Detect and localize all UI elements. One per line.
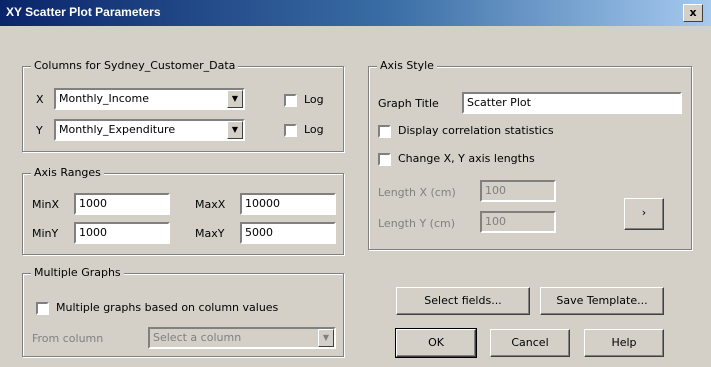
- display-correlation-label: Display correlation statistics: [398, 124, 554, 137]
- length-x-label: Length X (cm): [378, 186, 456, 199]
- length-y-input[interactable]: 100: [480, 211, 556, 233]
- multiple-graphs-checkbox[interactable]: [36, 302, 49, 315]
- more-options-button[interactable]: ›: [624, 198, 664, 230]
- x-column-value: Monthly_Income: [59, 92, 150, 105]
- multiple-graphs-label: Multiple graphs based on column values: [56, 301, 279, 314]
- display-correlation-checkbox[interactable]: [378, 125, 391, 138]
- dropdown-arrow-icon[interactable]: ▼: [227, 90, 243, 108]
- close-icon: x: [689, 6, 697, 19]
- min-x-label: MinX: [32, 198, 60, 211]
- y-label: Y: [36, 124, 43, 137]
- y-log-label: Log: [304, 123, 324, 136]
- x-column-select[interactable]: Monthly_Income ▼: [54, 88, 245, 110]
- max-y-label: MaxY: [195, 227, 225, 240]
- close-button[interactable]: x: [683, 4, 703, 22]
- length-y-label: Length Y (cm): [378, 217, 455, 230]
- graph-title-label: Graph Title: [378, 97, 439, 110]
- window-title: XY Scatter Plot Parameters: [6, 5, 161, 19]
- max-y-input[interactable]: 5000: [240, 222, 336, 244]
- cancel-label: Cancel: [511, 336, 549, 349]
- title-bar: XY Scatter Plot Parameters x: [0, 0, 711, 26]
- select-fields-button[interactable]: Select fields...: [396, 287, 530, 315]
- from-column-select[interactable]: Select a column ▼: [148, 327, 336, 349]
- dropdown-arrow-icon[interactable]: ▼: [227, 121, 243, 139]
- y-column-value: Monthly_Expenditure: [59, 123, 176, 136]
- dropdown-arrow-icon[interactable]: ▼: [318, 329, 334, 347]
- change-axis-lengths-label: Change X, Y axis lengths: [398, 152, 535, 165]
- axis-style-legend: Axis Style: [377, 59, 437, 72]
- save-template-button[interactable]: Save Template...: [540, 287, 664, 315]
- save-template-label: Save Template...: [556, 294, 648, 307]
- min-x-input[interactable]: 1000: [74, 193, 170, 215]
- x-log-checkbox[interactable]: [284, 94, 297, 107]
- min-y-label: MinY: [32, 227, 59, 240]
- ok-label: OK: [428, 336, 444, 349]
- max-x-label: MaxX: [195, 198, 226, 211]
- graph-title-input[interactable]: Scatter Plot: [462, 92, 682, 114]
- y-log-checkbox[interactable]: [284, 124, 297, 137]
- columns-group-legend: Columns for Sydney_Customer_Data: [31, 59, 239, 72]
- ok-button[interactable]: OK: [395, 328, 477, 358]
- help-button[interactable]: Help: [584, 329, 664, 357]
- cancel-button[interactable]: Cancel: [490, 329, 570, 357]
- axis-ranges-legend: Axis Ranges: [31, 166, 104, 179]
- help-label: Help: [611, 336, 637, 349]
- length-x-input[interactable]: 100: [480, 180, 556, 202]
- chevron-right-icon: ›: [641, 206, 647, 219]
- change-axis-lengths-checkbox[interactable]: [378, 153, 391, 166]
- max-x-input[interactable]: 10000: [240, 193, 336, 215]
- from-column-value: Select a column: [153, 331, 242, 344]
- x-label: X: [36, 93, 44, 106]
- y-column-select[interactable]: Monthly_Expenditure ▼: [54, 119, 245, 141]
- multiple-graphs-legend: Multiple Graphs: [31, 266, 124, 279]
- select-fields-label: Select fields...: [424, 294, 502, 307]
- x-log-label: Log: [304, 93, 324, 106]
- min-y-input[interactable]: 1000: [74, 222, 170, 244]
- from-column-label: From column: [32, 332, 104, 345]
